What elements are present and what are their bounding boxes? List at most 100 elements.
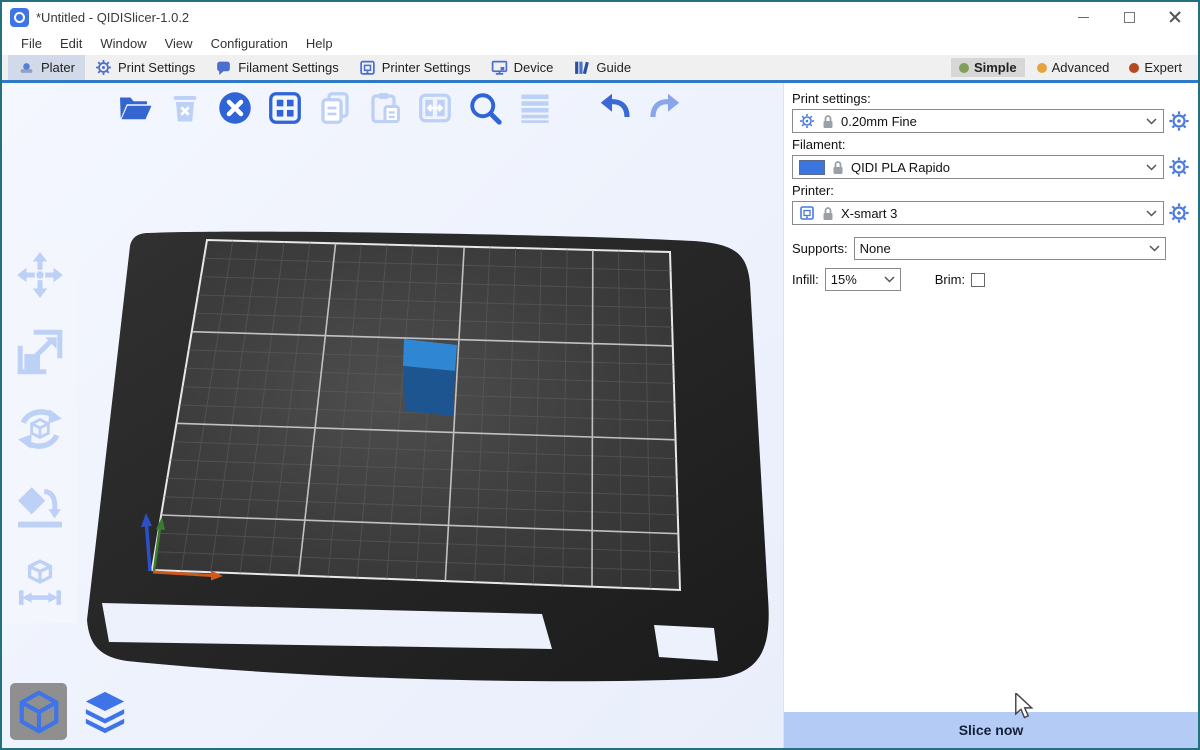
expert-dot-icon: [1129, 63, 1139, 73]
3d-view-cube-icon: [16, 689, 62, 735]
preview-layers-view-button[interactable]: [76, 683, 133, 740]
slice-now-button[interactable]: Slice now: [784, 712, 1198, 748]
supports-label: Supports:: [792, 241, 848, 256]
gear-icon: [95, 59, 112, 76]
edit-print-settings-button[interactable]: [1168, 110, 1190, 132]
redo-button[interactable]: [644, 87, 686, 129]
split-objects-icon: [417, 90, 453, 126]
title-bar: *Untitled - QIDISlicer-1.0.2: [2, 2, 1198, 32]
undo-button[interactable]: [594, 87, 636, 129]
maximize-icon: [1124, 12, 1135, 23]
chevron-down-icon: [1146, 210, 1157, 217]
printer-icon: [359, 59, 376, 76]
menu-window[interactable]: Window: [91, 34, 155, 53]
split-objects-button[interactable]: [414, 87, 456, 129]
supports-combo[interactable]: None: [854, 237, 1166, 260]
place-on-face-button[interactable]: [15, 481, 65, 536]
close-button[interactable]: [1152, 2, 1198, 32]
mode-expert[interactable]: Expert: [1121, 58, 1190, 77]
paste-button[interactable]: [364, 87, 406, 129]
advanced-dot-icon: [1037, 63, 1047, 73]
tab-label: Guide: [596, 60, 631, 75]
tab-filament-settings[interactable]: Filament Settings: [205, 55, 348, 80]
guide-icon: [573, 59, 590, 76]
delete-button[interactable]: [164, 87, 206, 129]
tab-label: Print Settings: [118, 60, 195, 75]
variable-layer-height-icon: [517, 90, 553, 126]
infill-combo[interactable]: 15%: [825, 268, 901, 291]
supports-value: None: [860, 241, 1143, 256]
simple-dot-icon: [959, 63, 969, 73]
tab-printer-settings[interactable]: Printer Settings: [349, 55, 481, 80]
delete-all-button[interactable]: [214, 87, 256, 129]
mode-switcher: Simple Advanced Expert: [951, 55, 1198, 80]
edit-printer-button[interactable]: [1168, 202, 1190, 224]
tab-plater[interactable]: Plater: [8, 55, 85, 80]
paste-icon: [367, 90, 403, 126]
printer-value: X-smart 3: [841, 206, 1140, 221]
rotate-button[interactable]: [15, 404, 65, 459]
3d-viewport[interactable]: [2, 83, 783, 748]
bed-surface: [152, 240, 680, 590]
redo-icon: [647, 90, 683, 126]
rotate-icon: [15, 404, 65, 454]
view-switcher: [10, 683, 133, 740]
3d-editor-view-button[interactable]: [10, 683, 67, 740]
chevron-down-icon: [884, 276, 895, 283]
variable-layer-height-button[interactable]: [514, 87, 556, 129]
gear-icon: [1168, 110, 1190, 132]
printer-combo[interactable]: X-smart 3: [792, 201, 1164, 225]
tab-device[interactable]: Device: [481, 55, 564, 80]
open-folder-icon: [117, 90, 153, 126]
arrange-button[interactable]: [264, 87, 306, 129]
tab-bar: Plater Print Settings Filament Settings: [2, 55, 1198, 83]
filament-icon: [215, 59, 232, 76]
layers-icon: [82, 689, 128, 735]
copy-button[interactable]: [314, 87, 356, 129]
menu-bar: File Edit Window View Configuration Help: [2, 32, 1198, 55]
scale-button[interactable]: [15, 327, 65, 382]
print-settings-combo[interactable]: 0.20mm Fine: [792, 109, 1164, 133]
plater-toolbar: [114, 87, 686, 129]
menu-configuration[interactable]: Configuration: [202, 34, 297, 53]
minimize-icon: [1078, 17, 1089, 18]
tab-label: Filament Settings: [238, 60, 338, 75]
lock-icon: [821, 206, 835, 221]
move-button[interactable]: [15, 250, 65, 305]
measure-button[interactable]: [15, 558, 65, 613]
minimize-button[interactable]: [1060, 2, 1106, 32]
gear-icon: [799, 113, 815, 129]
print-settings-label: Print settings:: [792, 91, 1190, 106]
chevron-down-icon: [1146, 118, 1157, 125]
measure-icon: [15, 558, 65, 608]
undo-icon: [597, 90, 633, 126]
filament-color-swatch: [799, 160, 825, 175]
menu-view[interactable]: View: [156, 34, 202, 53]
plate-handle-slot: [654, 625, 718, 661]
infill-label: Infill:: [792, 272, 819, 287]
scale-icon: [15, 327, 65, 377]
mode-advanced[interactable]: Advanced: [1029, 58, 1118, 77]
open-button[interactable]: [114, 87, 156, 129]
edit-filament-button[interactable]: [1168, 156, 1190, 178]
tab-guide[interactable]: Guide: [563, 55, 641, 80]
move-icon: [15, 250, 65, 300]
model-cube[interactable]: [403, 339, 457, 416]
brim-checkbox[interactable]: [971, 273, 985, 287]
maximize-button[interactable]: [1106, 2, 1152, 32]
print-settings-value: 0.20mm Fine: [841, 114, 1140, 129]
gizmo-toolbar: [2, 240, 77, 623]
chevron-down-icon: [1149, 245, 1160, 252]
search-button[interactable]: [464, 87, 506, 129]
printer-icon: [799, 205, 815, 221]
menu-file[interactable]: File: [12, 34, 51, 53]
build-plate-scene: [2, 83, 783, 748]
mode-label: Simple: [974, 60, 1017, 75]
tab-print-settings[interactable]: Print Settings: [85, 55, 205, 80]
mouse-cursor: [1012, 693, 1034, 719]
menu-edit[interactable]: Edit: [51, 34, 91, 53]
filament-combo[interactable]: QIDI PLA Rapido: [792, 155, 1164, 179]
mode-simple[interactable]: Simple: [951, 58, 1025, 77]
menu-help[interactable]: Help: [297, 34, 342, 53]
copy-icon: [317, 90, 353, 126]
